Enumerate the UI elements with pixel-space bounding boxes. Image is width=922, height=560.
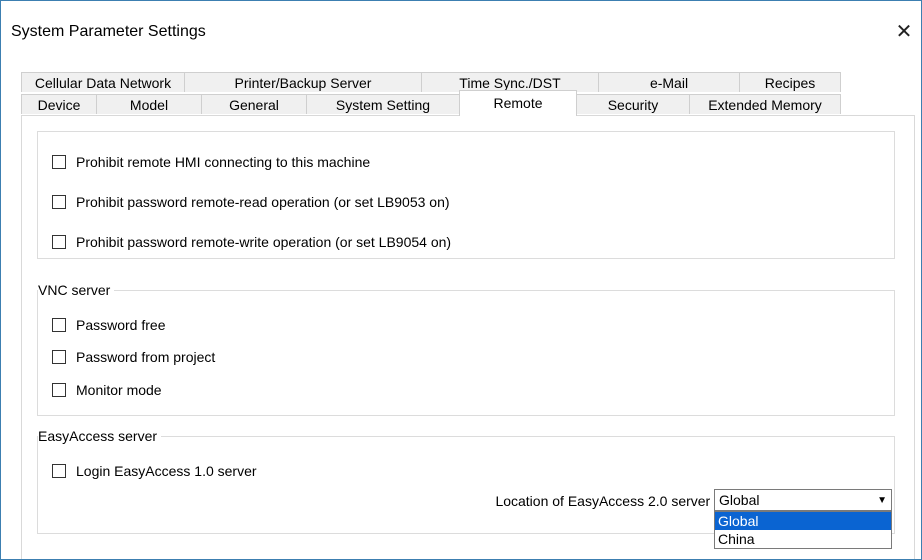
checkbox[interactable]: [52, 383, 66, 397]
dialog-window: System Parameter Settings ✕ Cellular Dat…: [0, 0, 922, 560]
checkbox[interactable]: [52, 464, 66, 478]
option-password-free[interactable]: Password free: [52, 315, 165, 335]
tab-cellular-data-network[interactable]: Cellular Data Network: [21, 72, 185, 92]
checkbox[interactable]: [52, 350, 66, 364]
checkbox-label: Password from project: [76, 349, 216, 365]
easyaccess-location-select[interactable]: Global ▼: [714, 489, 892, 511]
easyaccess-location-dropdown: Global China: [714, 511, 892, 549]
option-login-easyaccess-1[interactable]: Login EasyAccess 1.0 server: [52, 461, 257, 481]
option-monitor-mode[interactable]: Monitor mode: [52, 380, 162, 400]
tab-printer-backup-server[interactable]: Printer/Backup Server: [184, 72, 422, 92]
checkbox[interactable]: [52, 195, 66, 209]
option-prohibit-remote-read[interactable]: Prohibit password remote-read operation …: [52, 192, 450, 212]
tab-recipes[interactable]: Recipes: [739, 72, 841, 92]
remote-options-group: Prohibit remote HMI connecting to this m…: [37, 131, 895, 259]
dropdown-option-china[interactable]: China: [715, 530, 891, 548]
tab-security[interactable]: Security: [576, 94, 690, 114]
tab-system-setting[interactable]: System Setting: [306, 94, 460, 114]
checkbox-label: Prohibit password remote-write operation…: [76, 234, 452, 250]
checkbox-label: Prohibit password remote-read operation …: [76, 194, 450, 210]
title-bar: System Parameter Settings ✕: [1, 1, 921, 63]
vnc-server-legend: VNC server: [38, 282, 115, 298]
tab-row-front: Device Model General System Setting Remo…: [21, 90, 841, 116]
select-value: Global: [719, 492, 760, 508]
tab-device[interactable]: Device: [21, 94, 97, 114]
checkbox-label: Password free: [76, 317, 166, 333]
tab-email[interactable]: e-Mail: [598, 72, 740, 92]
option-prohibit-remote-hmi[interactable]: Prohibit remote HMI connecting to this m…: [52, 152, 370, 172]
close-icon[interactable]: ✕: [893, 21, 915, 43]
easyaccess-location-label: Location of EasyAccess 2.0 server :: [495, 493, 718, 509]
checkbox-label: Login EasyAccess 1.0 server: [76, 463, 257, 479]
remote-tab-panel: Prohibit remote HMI connecting to this m…: [21, 115, 915, 559]
tab-time-sync-dst[interactable]: Time Sync./DST: [421, 72, 599, 92]
vnc-server-group: VNC server Password free Password from p…: [37, 282, 895, 416]
option-prohibit-remote-write[interactable]: Prohibit password remote-write operation…: [52, 232, 451, 252]
tab-extended-memory[interactable]: Extended Memory: [689, 94, 841, 114]
checkbox-label: Monitor mode: [76, 382, 162, 398]
window-title: System Parameter Settings: [11, 23, 206, 40]
dialog-body: Cellular Data Network Printer/Backup Ser…: [1, 63, 921, 559]
tab-remote[interactable]: Remote: [459, 90, 577, 116]
tab-model[interactable]: Model: [96, 94, 202, 114]
easyaccess-server-group: EasyAccess server Login EasyAccess 1.0 s…: [37, 428, 895, 549]
option-password-from-project[interactable]: Password from project: [52, 347, 215, 367]
chevron-down-icon[interactable]: ▼: [877, 492, 887, 510]
checkbox[interactable]: [52, 155, 66, 169]
dropdown-option-global[interactable]: Global: [715, 512, 891, 530]
easyaccess-server-legend: EasyAccess server: [38, 428, 162, 444]
tab-row-back: Cellular Data Network Printer/Backup Ser…: [21, 72, 841, 93]
checkbox[interactable]: [52, 318, 66, 332]
checkbox-label: Prohibit remote HMI connecting to this m…: [76, 154, 371, 170]
checkbox[interactable]: [52, 235, 66, 249]
tab-general[interactable]: General: [201, 94, 307, 114]
